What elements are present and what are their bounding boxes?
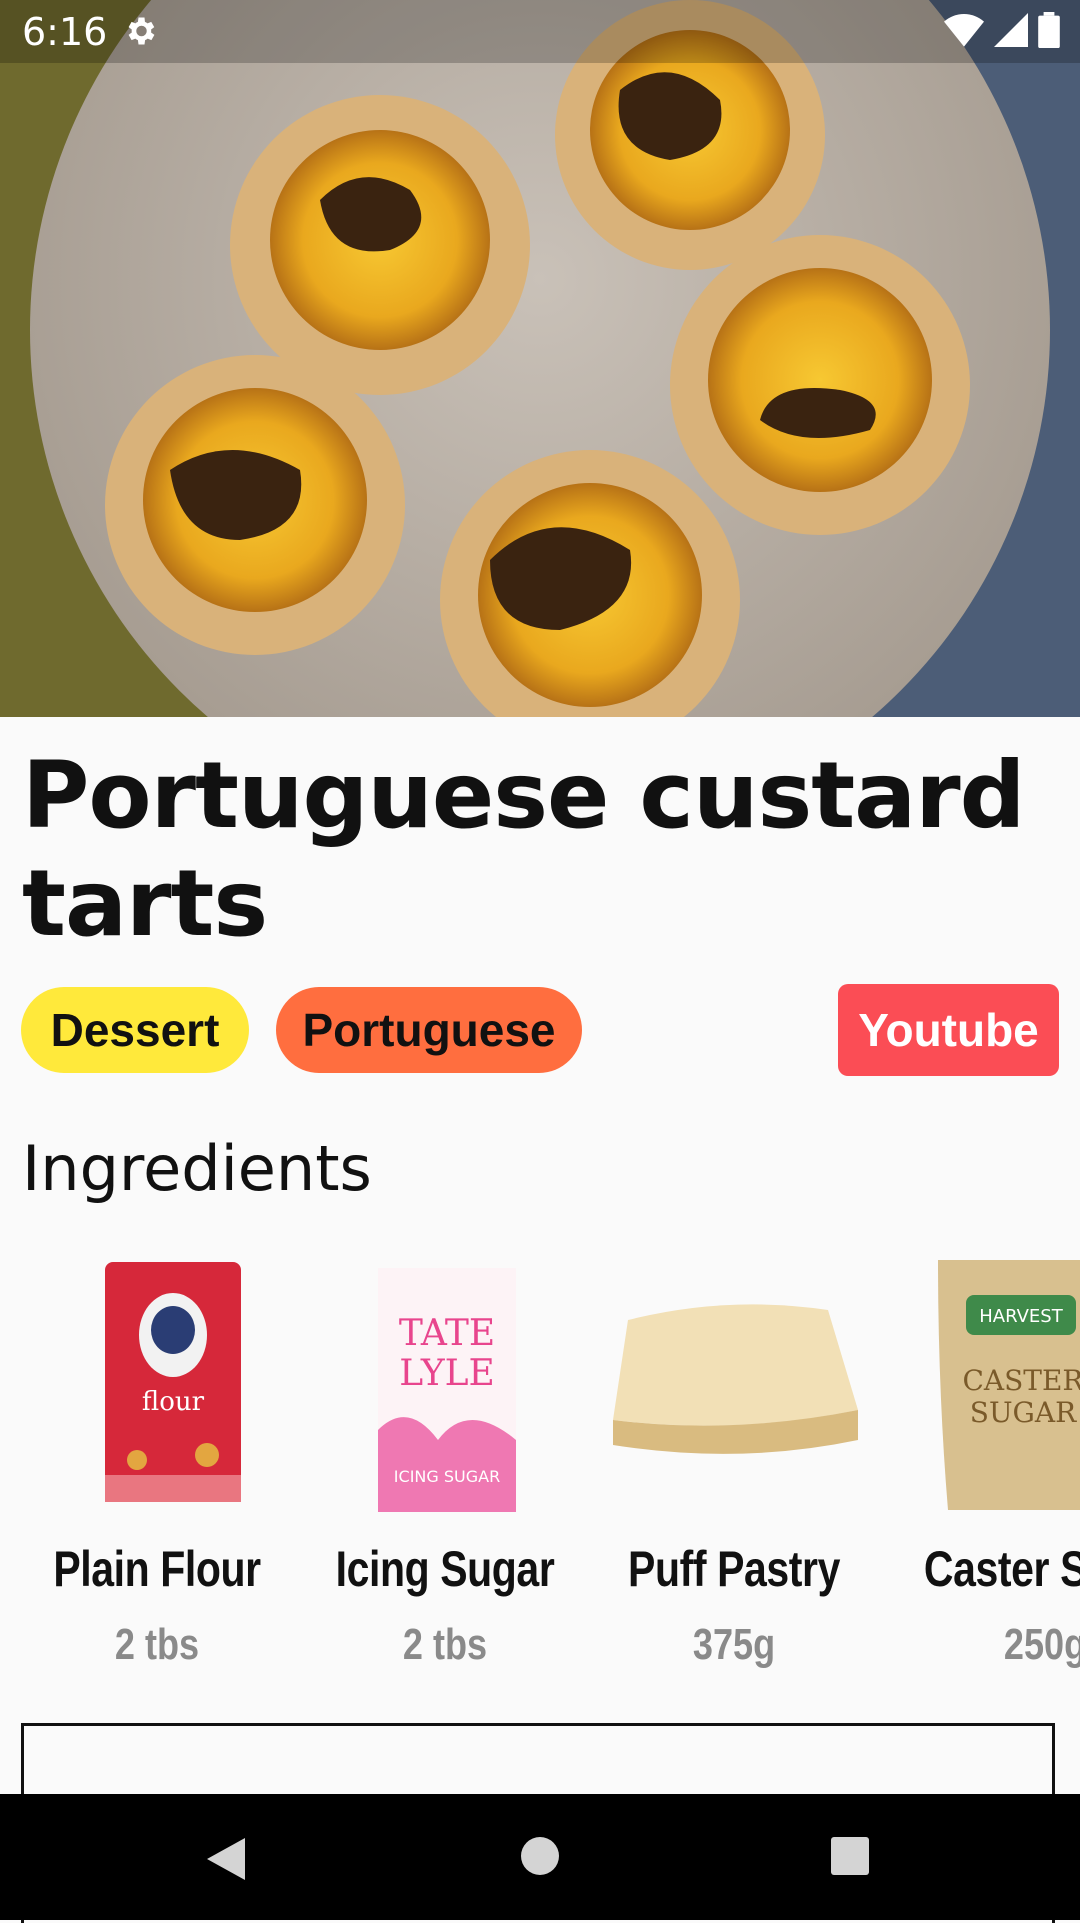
plain-flour-image: flour xyxy=(105,1262,241,1502)
svg-text:TATE: TATE xyxy=(399,1313,495,1354)
ingredient-item[interactable]: HARVEST CASTER SUGAR Caster Su 250g xyxy=(878,1240,1080,1680)
svg-text:SUGAR: SUGAR xyxy=(970,1396,1077,1429)
wifi-icon xyxy=(944,14,984,47)
ingredient-item[interactable]: Puff Pastry 375g xyxy=(590,1240,878,1680)
ingredient-name: Caster Su xyxy=(923,1541,1080,1597)
svg-text:LYLE: LYLE xyxy=(399,1353,495,1394)
custard-tart xyxy=(230,95,530,395)
svg-text:ICING SUGAR: ICING SUGAR xyxy=(394,1467,500,1486)
youtube-button[interactable]: Youtube xyxy=(838,984,1059,1076)
icing-sugar-image: TATE LYLE ICING SUGAR xyxy=(378,1268,516,1512)
svg-text:HARVEST: HARVEST xyxy=(979,1306,1063,1327)
ingredients-carousel[interactable]: flour Plain Flour 2 tbs TATE LYLE ICING … xyxy=(0,1240,1080,1680)
system-navigation-bar xyxy=(0,1794,1080,1920)
svg-text:flour: flour xyxy=(142,1387,205,1417)
settings-gear-icon xyxy=(128,17,155,45)
ingredient-item[interactable]: TATE LYLE ICING SUGAR Icing Sugar 2 tbs xyxy=(301,1240,589,1680)
category-tag: Dessert xyxy=(21,987,249,1073)
ingredient-quantity: 2 tbs xyxy=(402,1620,488,1669)
status-time: 6:16 xyxy=(22,10,108,54)
puff-pastry-image xyxy=(613,1304,858,1454)
caster-sugar-image: HARVEST CASTER SUGAR xyxy=(938,1260,1080,1510)
svg-text:CASTER: CASTER xyxy=(962,1364,1080,1397)
home-icon[interactable] xyxy=(520,1836,560,1876)
back-icon[interactable] xyxy=(205,1836,247,1882)
recipe-hero-image xyxy=(0,0,1080,717)
status-bar: 6:16 xyxy=(0,0,1080,63)
cellular-signal-icon xyxy=(994,13,1028,47)
ingredient-name: Icing Sugar xyxy=(335,1541,555,1597)
recipe-title: Portuguese custard tarts xyxy=(22,742,1026,957)
ingredient-quantity: 250g xyxy=(1003,1620,1080,1669)
ingredient-quantity: 2 tbs xyxy=(114,1620,200,1669)
cuisine-tag: Portuguese xyxy=(276,987,582,1073)
recents-icon[interactable] xyxy=(830,1836,870,1876)
ingredient-quantity: 375g xyxy=(692,1620,776,1669)
ingredient-name: Plain Flour xyxy=(53,1541,261,1597)
battery-icon xyxy=(1038,12,1060,48)
ingredient-item[interactable]: flour Plain Flour 2 tbs xyxy=(13,1240,301,1680)
ingredient-name: Puff Pastry xyxy=(628,1541,840,1597)
ingredients-heading: Ingredients xyxy=(22,1132,372,1205)
